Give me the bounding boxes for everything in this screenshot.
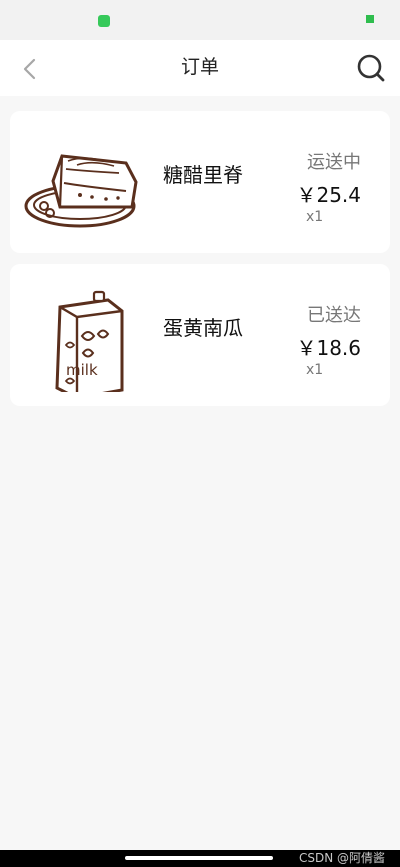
status-bar: [0, 0, 400, 40]
status-icons: [212, 12, 382, 28]
order-price: ￥18.6: [296, 336, 361, 360]
home-indicator[interactable]: [125, 856, 273, 860]
order-status: 运送中: [307, 152, 361, 173]
search-button[interactable]: [354, 51, 388, 85]
order-price: ￥25.4: [296, 183, 361, 207]
product-name: 蛋黄南瓜: [163, 316, 243, 340]
milk-carton-icon: milk: [22, 278, 152, 400]
page-title: 订单: [180, 56, 219, 78]
battery-icon: [366, 15, 374, 23]
watermark-text: CSDN @阿倩酱: [298, 851, 385, 865]
top-navigation-bar: 订单: [0, 40, 400, 96]
app-notification-icon: [98, 15, 110, 27]
order-status: 已送达: [307, 305, 361, 326]
system-navigation-bar: CSDN @阿倩酱: [0, 850, 400, 867]
product-name: 糖醋里脊: [163, 163, 243, 187]
cake-slice-icon: [22, 125, 152, 239]
order-card[interactable]: milk 蛋黄南瓜 已送达 ￥18.6 x1: [10, 264, 390, 406]
order-quantity: x1: [306, 362, 324, 378]
search-icon: [357, 54, 385, 82]
order-card[interactable]: 糖醋里脊 运送中 ￥25.4 x1: [10, 111, 390, 253]
milk-carton-label: milk: [66, 361, 98, 379]
order-quantity: x1: [306, 209, 324, 225]
